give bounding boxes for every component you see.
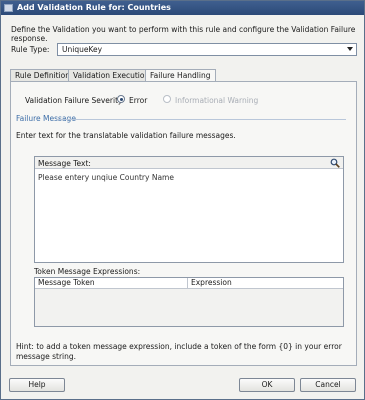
rule-type-label: Rule Type: — [11, 45, 50, 54]
help-button[interactable]: Help — [9, 378, 65, 392]
tab-label: Failure Handling — [150, 71, 211, 80]
failure-handling-panel: Validation Failure Severity Error Inform… — [10, 81, 357, 366]
dialog-icon — [4, 4, 13, 12]
severity-warning-radio[interactable] — [163, 95, 171, 103]
rule-type-row: Rule Type: UniqueKey — [11, 43, 357, 57]
message-text-value[interactable]: Please entery unqiue Country Name — [38, 173, 174, 182]
tab-label: Validation Execution — [73, 71, 150, 80]
section-divider — [56, 119, 346, 120]
cancel-button[interactable]: Cancel — [300, 378, 356, 392]
dialog-description: Define the Validation you want to perfor… — [11, 25, 356, 43]
ok-button[interactable]: OK — [239, 378, 295, 392]
failure-message-instructions: Enter text for the translatable validati… — [16, 131, 236, 140]
message-text-area[interactable]: Message Text: Please entery unqiue Count… — [34, 156, 344, 263]
tab-rule-definition[interactable]: Rule Definition — [10, 69, 76, 81]
cancel-button-label: Cancel — [315, 380, 341, 389]
column-header-message-token[interactable]: Message Token — [35, 278, 188, 289]
message-text-label: Message Text: — [38, 159, 91, 168]
token-table-header: Message Token Expression — [35, 278, 343, 289]
dialog-title: Add Validation Rule for: Countries — [17, 3, 171, 12]
severity-error-radio[interactable] — [117, 95, 125, 103]
message-text-header: Message Text: — [35, 157, 343, 169]
dialog-window: Add Validation Rule for: Countries Defin… — [0, 0, 365, 400]
tab-label: Rule Definition — [15, 71, 71, 80]
ok-button-label: OK — [261, 380, 273, 389]
chevron-down-icon — [347, 47, 353, 51]
rule-type-value: UniqueKey — [62, 45, 103, 54]
hint-text: Hint: to add a token message expression,… — [16, 342, 342, 361]
title-bar: Add Validation Rule for: Countries — [1, 1, 364, 15]
severity-warning-label: Informational Warning — [175, 96, 259, 105]
tab-validation-execution[interactable]: Validation Execution — [68, 69, 155, 81]
rule-type-select[interactable]: UniqueKey — [57, 43, 357, 56]
severity-label: Validation Failure Severity — [25, 96, 123, 105]
severity-error-label: Error — [129, 96, 148, 105]
column-header-expression[interactable]: Expression — [188, 278, 343, 289]
help-button-label: Help — [28, 380, 46, 389]
token-expressions-table[interactable]: Message Token Expression — [34, 277, 344, 327]
search-icon[interactable] — [330, 158, 340, 168]
token-expressions-label: Token Message Expressions: — [34, 267, 141, 276]
